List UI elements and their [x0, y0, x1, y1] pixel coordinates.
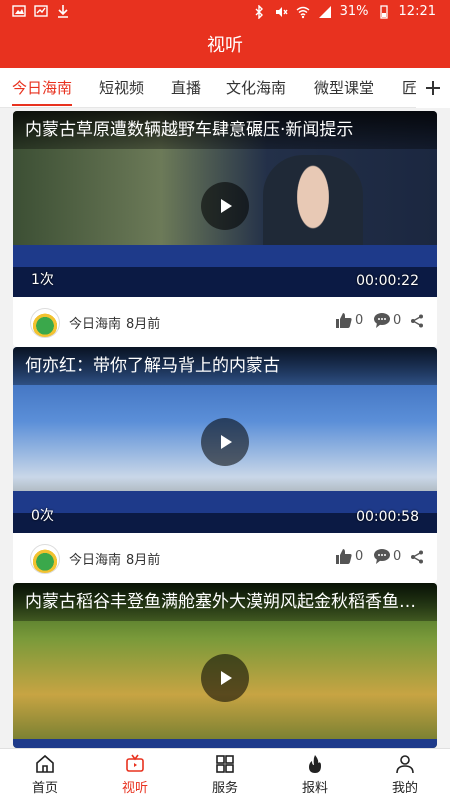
- home-icon: [36, 754, 54, 773]
- share-icon[interactable]: [410, 314, 424, 328]
- video-card[interactable]: 内蒙古稻谷丰登鱼满舱塞外大漠朔风起金秋稻香鱼儿肥: [13, 583, 437, 748]
- play-button[interactable]: [201, 654, 249, 702]
- download-icon: [58, 5, 68, 18]
- nav-profile[interactable]: 我的: [360, 749, 450, 800]
- nav-label: 首页: [31, 781, 58, 796]
- clock: 12:21: [398, 4, 436, 19]
- publish-time: 8月前: [126, 553, 161, 568]
- channel-tabs: 今日海南 短视频 直播 文化海南 微型课堂 匠: [0, 68, 450, 108]
- comment-button[interactable]: 0: [373, 311, 401, 329]
- nav-services[interactable]: 服务: [180, 749, 270, 800]
- news-ticker: [13, 245, 437, 267]
- tab-partial[interactable]: 匠: [402, 68, 417, 108]
- play-icon: [221, 671, 232, 685]
- image-icon: [12, 5, 26, 17]
- battery-icon: [379, 4, 388, 19]
- like-button[interactable]: 0: [335, 547, 363, 565]
- view-count: 0次: [31, 508, 54, 524]
- plus-icon: [426, 81, 440, 95]
- card-info: 今日海南 8月前 0 0: [13, 297, 437, 347]
- nav-label: 报料: [301, 781, 328, 796]
- thumb-up-icon: [336, 549, 352, 564]
- video-card[interactable]: 内蒙古草原遭数辆越野车肆意碾压·新闻提示 1次 00:00:22 今日海南 8月…: [13, 111, 437, 347]
- like-count: 0: [355, 548, 364, 564]
- comment-count: 0: [393, 548, 402, 564]
- source-name: 今日海南: [69, 553, 122, 568]
- like-button[interactable]: 0: [335, 311, 363, 329]
- video-card[interactable]: 何亦红：带你了解马背上的内蒙古 0次 00:00:58 今日海南 8月前 0 0: [13, 347, 437, 583]
- tab-short-video[interactable]: 短视频: [99, 68, 144, 108]
- nav-label: 服务: [211, 781, 238, 796]
- comment-button[interactable]: 0: [373, 547, 401, 565]
- tab-culture-hainan[interactable]: 文化海南: [226, 68, 286, 108]
- bluetooth-icon: [255, 4, 263, 19]
- nav-report[interactable]: 报料: [270, 749, 360, 800]
- fire-icon: [309, 755, 321, 773]
- comment-count: 0: [393, 312, 402, 328]
- publish-time: 8月前: [126, 317, 161, 332]
- play-icon: [221, 435, 232, 449]
- signal-icon: [318, 5, 331, 18]
- tab-live[interactable]: 直播: [171, 68, 201, 108]
- wifi-icon: [296, 6, 310, 18]
- video-thumbnail[interactable]: 何亦红：带你了解马背上的内蒙古 0次 00:00:58: [13, 347, 437, 533]
- nav-label: 视听: [121, 781, 148, 796]
- video-title: 内蒙古稻谷丰登鱼满舱塞外大漠朔风起金秋稻香鱼儿肥: [13, 583, 437, 621]
- page-title: 视听: [207, 35, 243, 56]
- status-bar: 31% 12:21: [0, 0, 450, 24]
- view-count: 1次: [31, 272, 54, 288]
- video-title: 何亦红：带你了解马背上的内蒙古: [13, 347, 437, 385]
- comment-icon: [374, 313, 390, 328]
- battery-text: 31%: [339, 4, 369, 19]
- play-button[interactable]: [201, 182, 249, 230]
- app-bar: 视听: [0, 24, 450, 68]
- tab-today-hainan[interactable]: 今日海南: [12, 68, 73, 108]
- video-thumbnail[interactable]: 内蒙古稻谷丰登鱼满舱塞外大漠朔风起金秋稻香鱼儿肥: [13, 583, 437, 748]
- nav-home[interactable]: 首页: [0, 749, 90, 800]
- play-button[interactable]: [201, 418, 249, 466]
- news-ticker: [13, 739, 437, 748]
- play-icon: [221, 199, 232, 213]
- card-info: 今日海南 8月前 0 0: [13, 533, 437, 583]
- user-icon: [396, 755, 414, 774]
- source-logo: [30, 308, 60, 338]
- source-name: 今日海南: [69, 317, 122, 332]
- share-icon[interactable]: [410, 550, 424, 564]
- tv-icon: [126, 754, 144, 772]
- mute-icon: [275, 6, 288, 17]
- video-duration: 00:00:22: [356, 273, 419, 289]
- video-title: 内蒙古草原遭数辆越野车肆意碾压·新闻提示: [13, 111, 437, 149]
- tab-micro-class[interactable]: 微型课堂: [314, 68, 374, 108]
- comment-icon: [374, 549, 390, 564]
- chart-icon: [34, 5, 48, 17]
- nav-label: 我的: [391, 781, 418, 796]
- nav-audio-video[interactable]: 视听: [90, 749, 180, 800]
- video-duration: 00:00:58: [356, 509, 419, 525]
- grid-icon: [216, 755, 234, 773]
- thumb-up-icon: [336, 313, 352, 328]
- video-thumbnail[interactable]: 内蒙古草原遭数辆越野车肆意碾压·新闻提示 1次 00:00:22: [13, 111, 437, 297]
- add-channel-button[interactable]: [416, 68, 450, 108]
- bottom-nav: 首页 视听 服务 报料 我的: [0, 748, 450, 800]
- like-count: 0: [355, 312, 364, 328]
- source-logo: [30, 544, 60, 574]
